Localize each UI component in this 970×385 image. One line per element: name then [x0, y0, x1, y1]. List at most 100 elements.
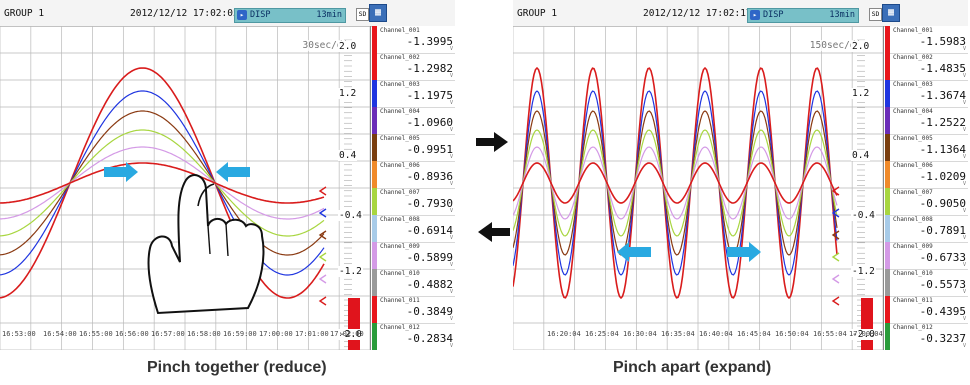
caption-pinch-apart: Pinch apart (expand): [613, 359, 772, 376]
right-recorder-screen: GROUP 1 2012/12/12 17:02:17 ▸ DISP 13min…: [513, 0, 968, 350]
channel-value: -0.9050: [919, 197, 966, 210]
pen-marker: [831, 296, 840, 306]
channel-row[interactable]: Channel_001 -1.5983 V: [890, 26, 968, 54]
channel-row[interactable]: Channel_001 -1.3995 V: [377, 26, 455, 54]
channel-row[interactable]: Channel_003 -1.1975 V: [377, 80, 455, 108]
scale-label: 2.0: [851, 41, 871, 52]
layout-grid-icon[interactable]: ▦: [369, 4, 387, 22]
waveform-series: [513, 90, 838, 276]
channel-unit: V: [962, 235, 966, 241]
channel-values-panel: Channel_001 -1.3995 V Channel_002 -1.2982 V Ch…: [377, 26, 455, 350]
trend-waveform-canvas[interactable]: [0, 26, 370, 350]
channel-row[interactable]: Channel_006 -0.8936 V: [377, 161, 455, 189]
scale-label: 2.0: [338, 41, 358, 52]
channel-unit: V: [449, 343, 453, 349]
channel-row[interactable]: Channel_007 -0.9050 V: [890, 188, 968, 216]
channel-unit: V: [962, 208, 966, 214]
channel-value: -0.5899: [406, 251, 453, 264]
pen-marker: [318, 252, 327, 262]
display-mode-icon: ▸: [750, 10, 760, 20]
disp-label: DISP: [250, 10, 271, 20]
channel-row[interactable]: Channel_011 -0.3849 V: [377, 296, 455, 324]
channel-row[interactable]: Channel_008 -0.6914 V: [377, 215, 455, 243]
scale-label: -1.2: [338, 266, 363, 277]
channel-unit: V: [449, 181, 453, 187]
status-bar: GROUP 1 2012/12/12 17:02:05 ▸ DISP 13min…: [0, 0, 455, 27]
channel-value: -0.7891: [919, 224, 966, 237]
channel-row[interactable]: Channel_004 -1.0960 V: [377, 107, 455, 135]
display-mode-bar[interactable]: ▸ DISP 13min: [234, 8, 346, 23]
disp-duration: 13min: [316, 10, 342, 20]
time-axis-label: 16:50:04: [775, 330, 809, 338]
waveform-series: [513, 66, 838, 300]
channel-name: Channel_001: [893, 27, 933, 34]
time-axis-label: 17:00:04: [849, 330, 883, 338]
channel-row[interactable]: Channel_010 -0.4882 V: [377, 269, 455, 297]
channel-row[interactable]: Channel_012 -0.2834 V: [377, 323, 455, 350]
time-axis-label: 16:45:04: [737, 330, 771, 338]
waveform-series: [513, 162, 838, 204]
trend-plot-area[interactable]: 150sec/div: [513, 26, 884, 350]
waveform-series: [0, 162, 325, 204]
channel-value: -0.2834: [406, 332, 453, 345]
waveform-series: [513, 129, 838, 237]
channel-unit: V: [449, 262, 453, 268]
group-name[interactable]: GROUP 1: [517, 8, 557, 19]
channel-name: Channel_007: [893, 189, 933, 196]
time-axis-label: 16:56:00: [115, 330, 149, 338]
channel-value: -1.0209: [919, 170, 966, 183]
channel-row[interactable]: Channel_009 -0.5899 V: [377, 242, 455, 270]
time-axis-label: 16:30:04: [623, 330, 657, 338]
channel-row[interactable]: Channel_002 -1.4835 V: [890, 53, 968, 81]
channel-row[interactable]: Channel_012 -0.3237 V: [890, 323, 968, 350]
channel-row[interactable]: Channel_010 -0.5573 V: [890, 269, 968, 297]
channel-value: -1.2522: [919, 116, 966, 129]
cyan-arrow-icon: [216, 162, 250, 182]
group-name[interactable]: GROUP 1: [4, 8, 44, 19]
time-axis-label: 16:40:04: [699, 330, 733, 338]
scale-label: 1.2: [851, 88, 871, 99]
time-axis-label: 16:55:04: [813, 330, 847, 338]
trend-waveform-canvas[interactable]: [513, 26, 883, 350]
channel-name: Channel_005: [380, 135, 420, 142]
scale-label: -0.4: [338, 210, 363, 221]
channel-row[interactable]: Channel_007 -0.7930 V: [377, 188, 455, 216]
channel-row[interactable]: Channel_009 -0.6733 V: [890, 242, 968, 270]
status-bar: GROUP 1 2012/12/12 17:02:17 ▸ DISP 13min…: [513, 0, 968, 27]
channel-name: Channel_002: [380, 54, 420, 61]
channel-unit: V: [449, 100, 453, 106]
layout-grid-icon[interactable]: ▦: [882, 4, 900, 22]
channel-row[interactable]: Channel_005 -1.1364 V: [890, 134, 968, 162]
channel-row[interactable]: Channel_006 -1.0209 V: [890, 161, 968, 189]
pen-marker: [831, 274, 840, 284]
time-axis-label: 16:54:00: [43, 330, 77, 338]
disp-label: DISP: [763, 10, 784, 20]
channel-row[interactable]: Channel_004 -1.2522 V: [890, 107, 968, 135]
channel-unit: V: [449, 46, 453, 52]
time-axis-label: 16:25:04: [585, 330, 619, 338]
channel-name: Channel_010: [893, 270, 933, 277]
channel-unit: V: [449, 289, 453, 295]
channel-value: -0.7930: [406, 197, 453, 210]
caption-pinch-together: Pinch together (reduce): [147, 359, 327, 376]
channel-name: Channel_003: [380, 81, 420, 88]
channel-unit: V: [962, 46, 966, 52]
channel-value: -0.5573: [919, 278, 966, 291]
channel-row[interactable]: Channel_011 -0.4395 V: [890, 296, 968, 324]
channel-value: -1.5983: [919, 35, 966, 48]
channel-row[interactable]: Channel_002 -1.2982 V: [377, 53, 455, 81]
channel-unit: V: [449, 154, 453, 160]
channel-value: -1.2982: [406, 62, 453, 75]
black-arrow-icon: [476, 132, 508, 152]
channel-unit: V: [449, 235, 453, 241]
channel-row[interactable]: Channel_008 -0.7891 V: [890, 215, 968, 243]
channel-unit: V: [962, 154, 966, 160]
time-axis-label: 17:00:00: [259, 330, 293, 338]
trend-plot-area[interactable]: 30sec/div: [0, 26, 371, 350]
display-mode-bar[interactable]: ▸ DISP 13min: [747, 8, 859, 23]
channel-row[interactable]: Channel_005 -0.9951 V: [377, 134, 455, 162]
time-axis-label: 16:58:00: [187, 330, 221, 338]
channel-value: -1.4835: [919, 62, 966, 75]
channel-name: Channel_008: [380, 216, 420, 223]
channel-row[interactable]: Channel_003 -1.3674 V: [890, 80, 968, 108]
